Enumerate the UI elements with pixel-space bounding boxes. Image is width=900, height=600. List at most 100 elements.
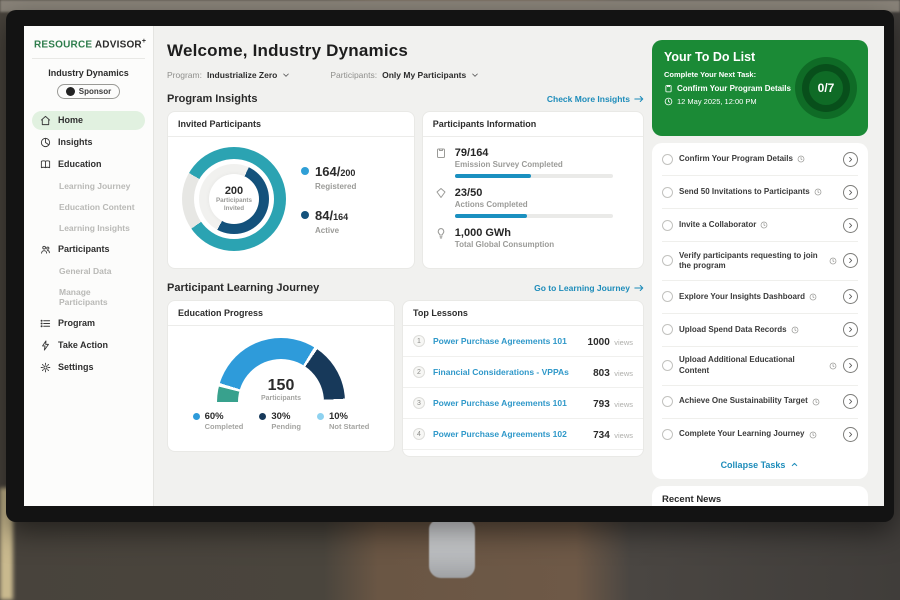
participants-information-title: Participants Information <box>423 112 643 137</box>
chevron-up-icon <box>790 460 799 469</box>
pending-clock-icon <box>829 257 837 265</box>
page-title: Welcome, Industry Dynamics <box>167 41 644 61</box>
todo-panel: Your To Do List Complete Your Next Task:… <box>652 26 884 506</box>
sidebar-item-home[interactable]: Home <box>32 111 145 130</box>
registered-value: 164/ <box>315 164 340 179</box>
gauge-center-value: 150 <box>217 377 345 395</box>
legend-not-started: 10% Not Started <box>317 411 369 431</box>
active-dot <box>301 211 309 219</box>
go-to-learning-journey-link[interactable]: Go to Learning Journey <box>534 283 644 293</box>
lesson-row: 1 Power Purchase Agreements 101 1000 vie… <box>403 326 643 357</box>
todo-item-open-button[interactable] <box>843 218 858 233</box>
stat-actions-completed: 23/50 Actions Completed <box>435 187 631 218</box>
pending-clock-icon <box>812 398 820 406</box>
lesson-rank: 4 <box>413 428 425 440</box>
lesson-link[interactable]: Power Purchase Agreements 102 <box>433 429 585 439</box>
learning-journey-title: Participant Learning Journey <box>167 282 319 294</box>
todo-item-label: Explore Your Insights Dashboard <box>679 292 805 302</box>
sidebar-item-program[interactable]: Program <box>32 314 145 333</box>
todo-item-label: Confirm Your Program Details <box>679 154 793 164</box>
lesson-link[interactable]: Financial Considerations - VPPAs <box>433 367 585 377</box>
check-more-insights-link[interactable]: Check More Insights <box>547 94 644 104</box>
participants-information-card: Participants Information 79/164 Emission… <box>422 111 644 269</box>
todo-checkbox[interactable] <box>662 291 673 302</box>
sidebar-item-label: Education <box>58 159 102 169</box>
todo-next-task-label: Confirm Your Program Details <box>677 84 791 93</box>
todo-item-open-button[interactable] <box>843 289 858 304</box>
todo-checkbox[interactable] <box>662 220 673 231</box>
lesson-link[interactable]: Power Purchase Agreements 101 <box>433 398 585 408</box>
sidebar-item-label: Participants <box>58 244 110 254</box>
todo-checkbox[interactable] <box>662 255 673 266</box>
lesson-views-suffix: views <box>614 400 633 409</box>
todo-checkbox[interactable] <box>662 429 673 440</box>
sidebar-item-settings[interactable]: Settings <box>32 358 145 377</box>
sponsor-badge: Sponsor <box>57 84 120 99</box>
registered-label: Registered <box>315 182 356 191</box>
todo-item: Upload Additional Educational Content <box>662 347 858 386</box>
sidebar-item-manage-participants[interactable]: Manage Participants <box>32 283 145 311</box>
check-more-insights-label: Check More Insights <box>547 94 630 104</box>
todo-checkbox[interactable] <box>662 396 673 407</box>
sidebar-item-participants[interactable]: Participants <box>32 240 145 259</box>
not-started-dot <box>317 413 324 420</box>
collapse-tasks-link[interactable]: Collapse Tasks <box>662 451 858 479</box>
home-icon <box>40 115 51 126</box>
todo-progress-value: 0/7 <box>818 81 835 95</box>
sidebar-item-learning-journey[interactable]: Learning Journey <box>32 177 145 195</box>
todo-summary-card: Your To Do List Complete Your Next Task:… <box>652 40 868 136</box>
todo-item: Upload Spend Data Records <box>662 314 858 347</box>
sidebar-item-general-data[interactable]: General Data <box>32 262 145 280</box>
todo-progress-ring: 0/7 <box>795 57 857 119</box>
sponsor-icon <box>66 87 75 96</box>
pending-clock-icon <box>809 431 817 439</box>
todo-item-open-button[interactable] <box>843 253 858 268</box>
program-icon <box>40 318 51 329</box>
todo-item-label: Achieve One Sustainability Target <box>679 396 808 406</box>
todo-item-open-button[interactable] <box>843 322 858 337</box>
chevron-down-icon <box>471 71 479 79</box>
dashboard-screen: RESOURCE ADVISOR+ Industry Dynamics Spon… <box>24 26 884 506</box>
todo-item-open-button[interactable] <box>843 427 858 442</box>
sidebar-item-education-content[interactable]: Education Content <box>32 198 145 216</box>
todo-item-open-button[interactable] <box>843 152 858 167</box>
todo-checkbox[interactable] <box>662 154 673 165</box>
pending-dot <box>259 413 266 420</box>
chevron-right-icon <box>847 293 854 300</box>
todo-item-open-button[interactable] <box>843 358 858 373</box>
not-started-value: 10% <box>329 411 369 422</box>
lightbulb-icon <box>435 227 447 239</box>
stat-value: 79/164 <box>455 147 613 159</box>
lesson-rank: 2 <box>413 366 425 378</box>
sidebar-item-insights[interactable]: Insights <box>32 133 145 152</box>
sidebar-item-education[interactable]: Education <box>32 155 145 174</box>
program-filter-dropdown[interactable]: Program: Industrialize Zero <box>167 70 290 80</box>
emission-survey-progress-bar <box>455 174 613 178</box>
todo-item-label: Complete Your Learning Journey <box>679 429 805 439</box>
todo-item-open-button[interactable] <box>843 394 858 409</box>
active-value: 84/ <box>315 208 333 223</box>
participants-filter-dropdown[interactable]: Participants: Only My Participants <box>330 70 479 80</box>
insights-cards-row: Invited Participants 200 Participants In… <box>167 111 644 269</box>
todo-due-date-label: 12 May 2025, 12:00 PM <box>677 97 757 106</box>
legend-active: 84/164 Active <box>301 207 356 235</box>
completed-dot <box>193 413 200 420</box>
lesson-rank: 1 <box>413 335 425 347</box>
sidebar-item-take-action[interactable]: Take Action <box>32 336 145 355</box>
sidebar-item-label: Program <box>58 318 95 328</box>
lesson-link[interactable]: Power Purchase Agreements 101 <box>433 336 580 346</box>
logo-advisor: ADVISOR <box>95 39 142 50</box>
top-lessons-card: Top Lessons 1 Power Purchase Agreements … <box>402 300 644 457</box>
pending-clock-icon <box>829 362 837 370</box>
sidebar-item-learning-insights[interactable]: Learning Insights <box>32 219 145 237</box>
todo-item-label: Invite a Collaborator <box>679 220 756 230</box>
todo-item-open-button[interactable] <box>843 185 858 200</box>
todo-checkbox[interactable] <box>662 324 673 335</box>
todo-checkbox[interactable] <box>662 187 673 198</box>
todo-checkbox[interactable] <box>662 360 673 371</box>
program-insights-header: Program Insights Check More Insights <box>167 93 644 105</box>
arrow-right-icon <box>634 284 644 292</box>
lesson-views-count: 1000 <box>588 337 610 348</box>
legend-registered: 164/200 Registered <box>301 163 356 191</box>
sidebar-item-label: Settings <box>58 362 94 372</box>
